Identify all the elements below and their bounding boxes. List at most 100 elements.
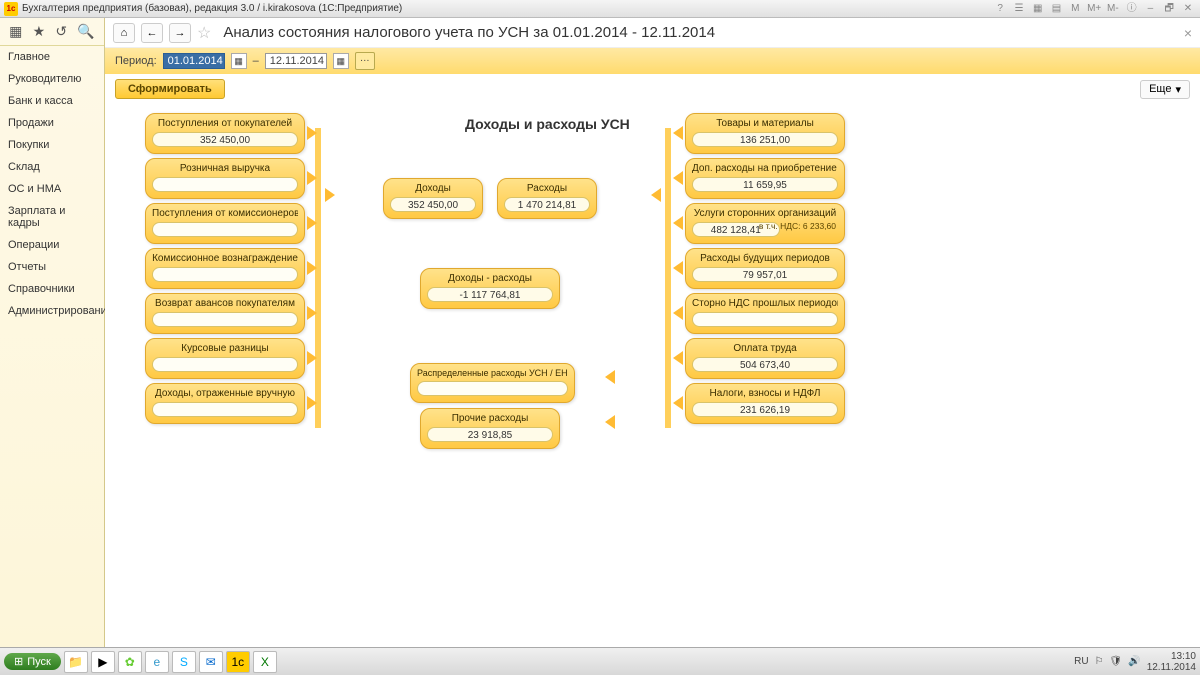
arrow-left-icon xyxy=(673,261,683,275)
back-button[interactable]: ← xyxy=(141,23,163,43)
tool-icon[interactable]: M xyxy=(1068,2,1082,16)
sidebar-item[interactable]: Руководителю xyxy=(0,68,104,90)
other-expense-node[interactable]: Прочие расходы 23 918,85 xyxy=(420,408,560,449)
calendar-icon[interactable]: ▦ xyxy=(231,53,247,69)
income-source-node[interactable]: Доходы, отраженные вручную xyxy=(145,383,305,424)
arrow-right-icon xyxy=(307,171,317,185)
arrow-left-icon xyxy=(673,216,683,230)
maximize-icon[interactable]: 🗗 xyxy=(1162,2,1176,16)
tool-icon[interactable]: ▦ xyxy=(1031,2,1045,16)
node-label: Налоги, взносы и НДФЛ xyxy=(692,388,838,399)
sidebar-item[interactable]: Банк и касса xyxy=(0,90,104,112)
calendar-icon[interactable]: ▦ xyxy=(333,53,349,69)
tool-icon[interactable]: M+ xyxy=(1087,2,1101,16)
tray-icon[interactable]: 🛡 xyxy=(1110,656,1123,667)
more-button[interactable]: Еще▾ xyxy=(1140,80,1190,99)
sidebar-item[interactable]: Администрирование xyxy=(0,300,104,322)
period-from-input[interactable]: 01.01.2014 xyxy=(163,53,225,69)
info-icon[interactable]: ⓘ xyxy=(1125,2,1139,16)
expense-node[interactable]: Расходы будущих периодов79 957,01 xyxy=(685,248,845,289)
sidebar-item[interactable]: Склад xyxy=(0,156,104,178)
period-picker-button[interactable]: … xyxy=(355,52,375,70)
connector-line xyxy=(665,128,671,428)
tool-icon[interactable]: M- xyxy=(1106,2,1120,16)
sidebar-toolbar: ▦ ★ ↺ 🔍 xyxy=(0,18,104,46)
lang-indicator[interactable]: RU xyxy=(1074,656,1088,667)
income-source-node[interactable]: Поступления от покупателей352 450,00 xyxy=(145,113,305,154)
node-label: Оплата труда xyxy=(692,343,838,354)
arrow-right-icon xyxy=(325,188,335,202)
taskbar-app-icon[interactable]: ▶ xyxy=(91,651,115,673)
node-label: Поступления от комиссионеров xyxy=(152,208,298,219)
taskbar-app-icon[interactable]: ✿ xyxy=(118,651,142,673)
node-label: Доходы xyxy=(390,183,476,194)
minimize-icon[interactable]: – xyxy=(1143,2,1157,16)
help-icon[interactable]: ? xyxy=(993,2,1007,16)
search-icon[interactable]: 🔍 xyxy=(77,23,94,40)
star-icon[interactable]: ★ xyxy=(33,23,46,40)
tray-icon[interactable]: ⚐ xyxy=(1095,656,1104,667)
period-to-input[interactable]: 12.11.2014 xyxy=(265,53,327,69)
favorite-icon[interactable]: ☆ xyxy=(197,23,211,43)
sidebar-item[interactable]: Покупки xyxy=(0,134,104,156)
taskbar-app-icon[interactable]: 1c xyxy=(226,651,250,673)
taskbar-app-icon[interactable]: e xyxy=(145,651,169,673)
expense-node[interactable]: Услуги сторонних организаций482 128,41в … xyxy=(685,203,845,244)
sidebar-item[interactable]: Справочники xyxy=(0,278,104,300)
node-value: 23 918,85 xyxy=(427,427,553,442)
node-value: -1 117 764,81 xyxy=(427,287,553,302)
node-label: Товары и материалы xyxy=(692,118,838,129)
tab-close-icon[interactable]: × xyxy=(1184,25,1192,41)
window-controls: ? ☰ ▦ ▤ M M+ M- ⓘ – 🗗 ✕ xyxy=(992,2,1196,16)
node-value xyxy=(152,222,298,237)
arrow-right-icon xyxy=(307,351,317,365)
taskbar-app-icon[interactable]: S xyxy=(172,651,196,673)
close-icon[interactable]: ✕ xyxy=(1181,2,1195,16)
node-label: Доходы - расходы xyxy=(427,273,553,284)
expense-node[interactable]: Сторно НДС прошлых периодов xyxy=(685,293,845,334)
expense-node[interactable]: Оплата труда504 673,40 xyxy=(685,338,845,379)
income-source-node[interactable]: Комиссионное вознаграждение xyxy=(145,248,305,289)
sidebar-item[interactable]: Отчеты xyxy=(0,256,104,278)
node-label: Курсовые разницы xyxy=(152,343,298,354)
tray-icon[interactable]: 🔊 xyxy=(1128,656,1140,667)
period-dash: – xyxy=(253,55,259,67)
income-source-node[interactable]: Курсовые разницы xyxy=(145,338,305,379)
tool-icon[interactable]: ▤ xyxy=(1050,2,1064,16)
generate-button[interactable]: Сформировать xyxy=(115,79,225,99)
forward-button[interactable]: → xyxy=(169,23,191,43)
sidebar-item[interactable]: Главное xyxy=(0,46,104,68)
expense-node[interactable]: Доп. расходы на приобретение ТМЦ11 659,9… xyxy=(685,158,845,199)
sidebar-item[interactable]: Операции xyxy=(0,234,104,256)
taskbar-app-icon[interactable]: ✉ xyxy=(199,651,223,673)
income-source-node[interactable]: Возврат авансов покупателям xyxy=(145,293,305,334)
diagram-canvas: Доходы и расходы УСН Поступления от поку… xyxy=(115,108,1190,637)
home-button[interactable]: ⌂ xyxy=(113,23,135,43)
node-value xyxy=(152,267,298,282)
taskbar-app-icon[interactable]: X xyxy=(253,651,277,673)
income-source-node[interactable]: Поступления от комиссионеров xyxy=(145,203,305,244)
income-node[interactable]: Доходы 352 450,00 xyxy=(383,178,483,219)
tool-icon[interactable]: ☰ xyxy=(1012,2,1026,16)
start-button[interactable]: ⊞ Пуск xyxy=(4,653,61,670)
arrow-right-icon xyxy=(307,306,317,320)
dist-expense-node[interactable]: Распределенные расходы УСН / ЕНВД xyxy=(410,363,575,403)
sidebar-item[interactable]: Продажи xyxy=(0,112,104,134)
diff-node[interactable]: Доходы - расходы -1 117 764,81 xyxy=(420,268,560,309)
income-source-node[interactable]: Розничная выручка xyxy=(145,158,305,199)
expense-node[interactable]: Налоги, взносы и НДФЛ231 626,19 xyxy=(685,383,845,424)
sidebar-item[interactable]: Зарплата и кадры xyxy=(0,200,104,234)
clock[interactable]: 13:10 12.11.2014 xyxy=(1147,651,1196,673)
app-logo-icon: 1c xyxy=(4,2,18,16)
arrow-right-icon xyxy=(307,216,317,230)
taskbar-app-icon[interactable]: 📁 xyxy=(64,651,88,673)
arrow-left-icon xyxy=(673,171,683,185)
expense-node[interactable]: Расходы 1 470 214,81 xyxy=(497,178,597,219)
menu-icon[interactable]: ▦ xyxy=(9,23,22,40)
node-label: Расходы xyxy=(504,183,590,194)
expense-node[interactable]: Товары и материалы136 251,00 xyxy=(685,113,845,154)
arrow-left-icon xyxy=(673,126,683,140)
history-icon[interactable]: ↺ xyxy=(55,23,67,40)
sidebar-item[interactable]: ОС и НМА xyxy=(0,178,104,200)
arrow-left-icon xyxy=(605,370,615,384)
